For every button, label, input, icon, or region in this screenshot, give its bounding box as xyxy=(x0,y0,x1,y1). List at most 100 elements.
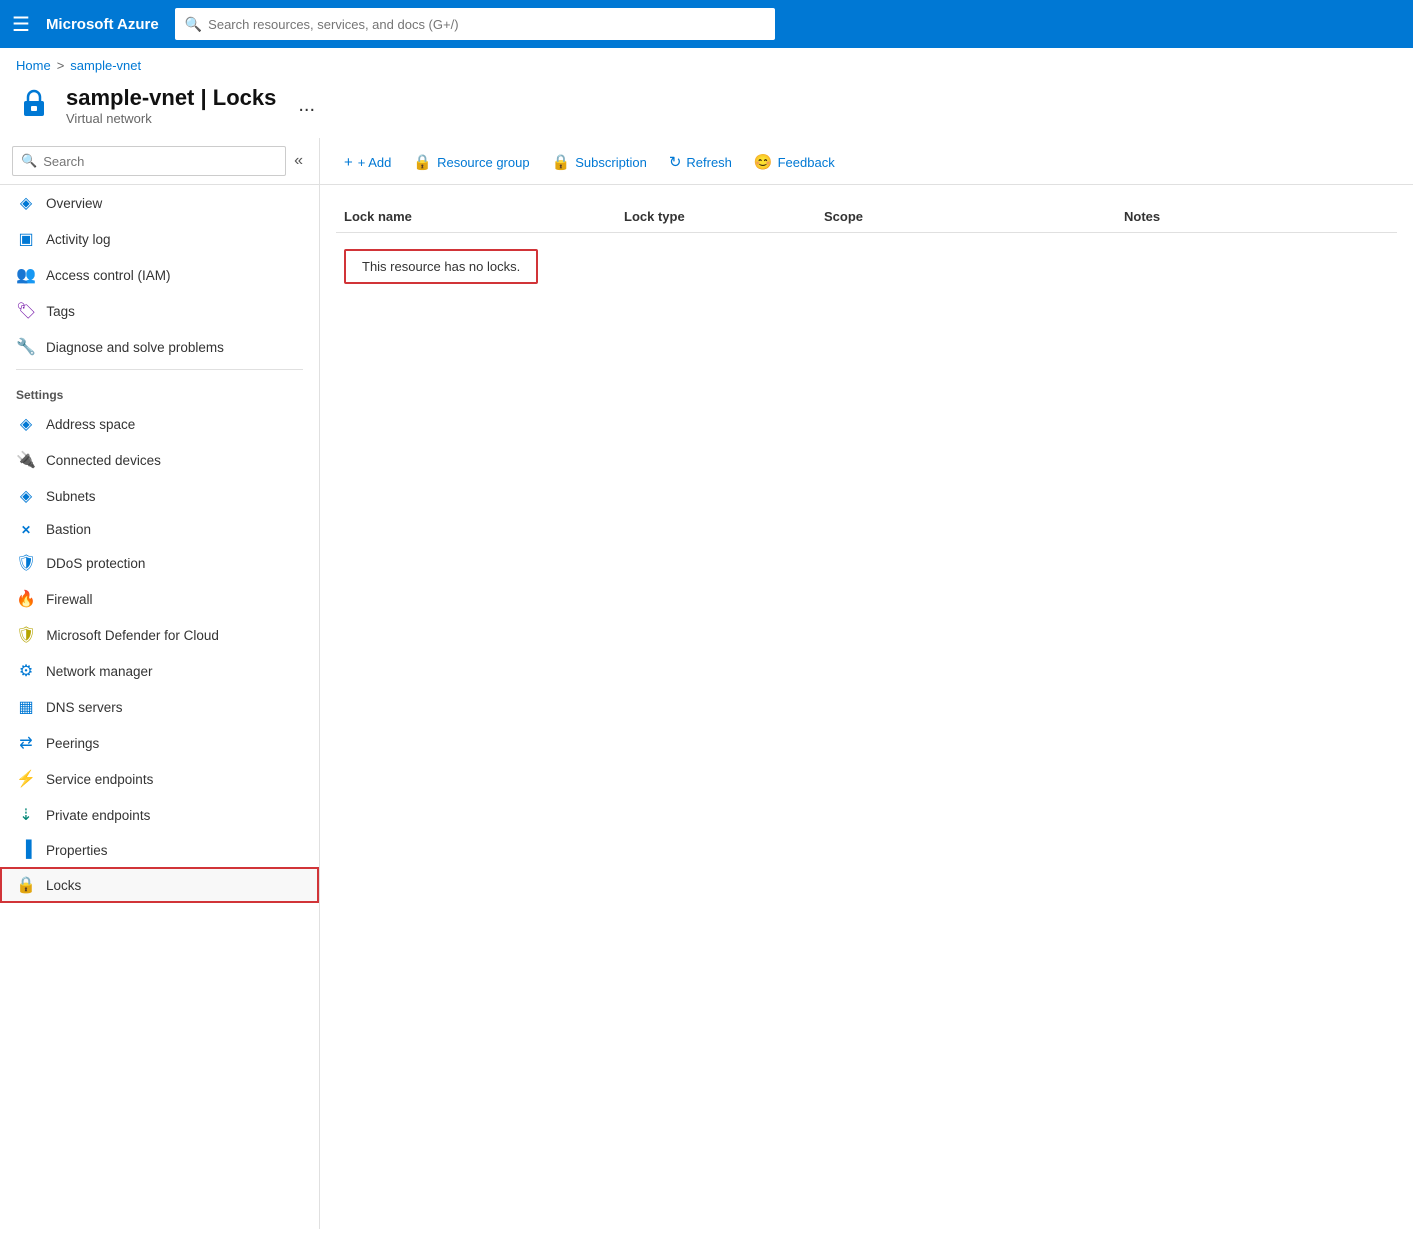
connected-devices-icon: 🔌 xyxy=(16,450,36,470)
sidebar-divider xyxy=(16,369,303,370)
toolbar: + + Add 🔒 Resource group 🔒 Subscription … xyxy=(320,138,1413,185)
subscription-icon: 🔒 xyxy=(552,153,571,171)
sidebar-collapse-button[interactable]: « xyxy=(290,150,307,172)
main-layout: 🔍 « ◈ Overview ▣ Activity log 👥 Access c… xyxy=(0,138,1413,1229)
sidebar-item-label: Bastion xyxy=(46,522,91,537)
activity-log-icon: ▣ xyxy=(16,229,36,249)
table-area: Lock name Lock type Scope Notes This res… xyxy=(320,185,1413,284)
sidebar-item-tags[interactable]: 🏷 Tags xyxy=(0,293,319,329)
refresh-button[interactable]: ↻ Refresh xyxy=(661,148,740,176)
sidebar-item-bastion[interactable]: ✕ Bastion xyxy=(0,514,319,545)
feedback-label: Feedback xyxy=(778,155,835,170)
sidebar-item-label: Network manager xyxy=(46,664,153,679)
feedback-icon: 😊 xyxy=(754,153,773,171)
sidebar-item-label: Activity log xyxy=(46,232,111,247)
sidebar-item-service-endpoints[interactable]: ⚡ Service endpoints xyxy=(0,761,319,797)
breadcrumb-home[interactable]: Home xyxy=(16,58,51,73)
col-lock-name: Lock name xyxy=(336,209,616,224)
col-notes: Notes xyxy=(1116,209,1397,224)
properties-icon: ▐ xyxy=(16,841,36,859)
dns-servers-icon: ▦ xyxy=(16,697,36,717)
bastion-icon: ✕ xyxy=(16,523,36,537)
sidebar-item-label: Diagnose and solve problems xyxy=(46,340,224,355)
global-search-input[interactable] xyxy=(208,17,765,32)
sidebar-item-locks[interactable]: 🔒 Locks xyxy=(0,867,319,903)
breadcrumb: Home > sample-vnet xyxy=(0,48,1413,77)
sidebar-item-access-control[interactable]: 👥 Access control (IAM) xyxy=(0,257,319,293)
sidebar-item-label: DNS servers xyxy=(46,700,123,715)
content-area: + + Add 🔒 Resource group 🔒 Subscription … xyxy=(320,138,1413,1229)
col-lock-type: Lock type xyxy=(616,209,816,224)
ddos-icon: 🛡 xyxy=(16,553,36,573)
breadcrumb-current[interactable]: sample-vnet xyxy=(70,58,141,73)
ms-defender-icon: 🛡 xyxy=(16,625,36,645)
sidebar-item-label: Connected devices xyxy=(46,453,161,468)
add-label: + Add xyxy=(358,155,392,170)
resource-group-label: Resource group xyxy=(437,155,530,170)
sidebar-item-label: Overview xyxy=(46,196,102,211)
locks-icon: 🔒 xyxy=(16,875,36,895)
sidebar-item-label: Peerings xyxy=(46,736,99,751)
service-endpoints-icon: ⚡ xyxy=(16,769,36,789)
address-space-icon: ◈ xyxy=(16,414,36,434)
more-options-button[interactable]: ... xyxy=(298,94,315,117)
sidebar-item-label: Access control (IAM) xyxy=(46,268,171,283)
refresh-icon: ↻ xyxy=(669,153,682,171)
global-search-box[interactable]: 🔍 xyxy=(175,8,775,40)
sidebar-item-label: Microsoft Defender for Cloud xyxy=(46,628,219,643)
sidebar-item-network-manager[interactable]: ⚙ Network manager xyxy=(0,653,319,689)
page-header-text: sample-vnet | Locks Virtual network xyxy=(66,85,276,126)
sidebar-item-label: Tags xyxy=(46,304,75,319)
table-header: Lock name Lock type Scope Notes xyxy=(336,201,1397,233)
sidebar-item-activity-log[interactable]: ▣ Activity log xyxy=(0,221,319,257)
sidebar-item-label: Private endpoints xyxy=(46,808,150,823)
sidebar-search-icon: 🔍 xyxy=(21,153,37,169)
sidebar: 🔍 « ◈ Overview ▣ Activity log 👥 Access c… xyxy=(0,138,320,1229)
sidebar-item-label: DDoS protection xyxy=(46,556,145,571)
refresh-label: Refresh xyxy=(686,155,732,170)
network-manager-icon: ⚙ xyxy=(16,661,36,681)
sidebar-item-firewall[interactable]: 🔥 Firewall xyxy=(0,581,319,617)
sidebar-item-dns-servers[interactable]: ▦ DNS servers xyxy=(0,689,319,725)
add-icon: + xyxy=(344,154,353,171)
firewall-icon: 🔥 xyxy=(16,589,36,609)
breadcrumb-separator: > xyxy=(57,58,65,73)
sidebar-item-address-space[interactable]: ◈ Address space xyxy=(0,406,319,442)
sidebar-item-label: Subnets xyxy=(46,489,96,504)
sidebar-item-label: Service endpoints xyxy=(46,772,153,787)
page-header: sample-vnet | Locks Virtual network ... xyxy=(0,77,1413,138)
top-bar: ☰ Microsoft Azure 🔍 xyxy=(0,0,1413,48)
sidebar-search-input[interactable] xyxy=(43,154,277,169)
subscription-label: Subscription xyxy=(575,155,647,170)
page-subtitle: Virtual network xyxy=(66,111,276,126)
feedback-button[interactable]: 😊 Feedback xyxy=(746,148,843,176)
sidebar-item-private-endpoints[interactable]: ⇣ Private endpoints xyxy=(0,797,319,833)
sidebar-item-peerings[interactable]: ⇄ Peerings xyxy=(0,725,319,761)
sidebar-item-diagnose[interactable]: 🔧 Diagnose and solve problems xyxy=(0,329,319,365)
sidebar-item-subnets[interactable]: ◈ Subnets xyxy=(0,478,319,514)
hamburger-menu[interactable]: ☰ xyxy=(12,12,30,37)
access-control-icon: 👥 xyxy=(16,265,36,285)
sidebar-item-overview[interactable]: ◈ Overview xyxy=(0,185,319,221)
private-endpoints-icon: ⇣ xyxy=(16,805,36,825)
global-search-icon: 🔍 xyxy=(185,16,202,33)
overview-icon: ◈ xyxy=(16,193,36,213)
resource-group-icon: 🔒 xyxy=(413,153,432,171)
app-title: Microsoft Azure xyxy=(46,16,159,33)
tags-icon: 🏷 xyxy=(16,301,36,321)
resource-group-button[interactable]: 🔒 Resource group xyxy=(405,148,537,176)
sidebar-search-row: 🔍 « xyxy=(0,138,319,185)
sidebar-search-box[interactable]: 🔍 xyxy=(12,146,286,176)
add-button[interactable]: + + Add xyxy=(336,149,399,176)
no-locks-message: This resource has no locks. xyxy=(344,249,538,284)
page-header-icon xyxy=(16,85,52,121)
subscription-button[interactable]: 🔒 Subscription xyxy=(544,148,655,176)
sidebar-item-label: Properties xyxy=(46,843,108,858)
sidebar-item-label: Locks xyxy=(46,878,81,893)
sidebar-item-connected-devices[interactable]: 🔌 Connected devices xyxy=(0,442,319,478)
sidebar-item-ddos-protection[interactable]: 🛡 DDoS protection xyxy=(0,545,319,581)
sidebar-item-properties[interactable]: ▐ Properties xyxy=(0,833,319,867)
sidebar-item-ms-defender[interactable]: 🛡 Microsoft Defender for Cloud xyxy=(0,617,319,653)
peerings-icon: ⇄ xyxy=(16,733,36,753)
subnets-icon: ◈ xyxy=(16,486,36,506)
